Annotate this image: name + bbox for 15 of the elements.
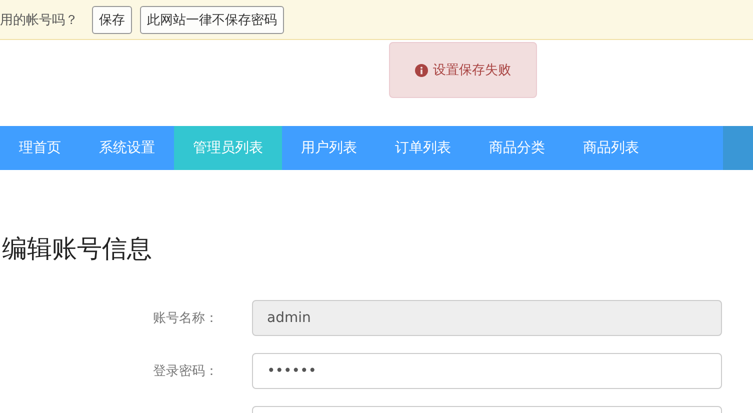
nav-tab[interactable]: 商品列表 bbox=[564, 126, 658, 170]
save-button[interactable]: 保存 bbox=[92, 6, 132, 34]
nav-tab[interactable]: 商品分类 bbox=[470, 126, 564, 170]
field-label: 登录密码： bbox=[153, 363, 218, 380]
save-password-prompt: 用的帐号吗？ bbox=[0, 12, 78, 28]
field-label: 账号名称： bbox=[153, 310, 218, 327]
nav-tab[interactable]: 用户列表 bbox=[282, 126, 376, 170]
nav-tab[interactable]: 管理员列表 bbox=[174, 126, 282, 170]
nav-tab[interactable]: 订单列表 bbox=[376, 126, 470, 170]
page-title: 编辑账号信息 bbox=[2, 234, 153, 264]
nav-tab[interactable]: 系统设置 bbox=[80, 126, 174, 170]
never-save-button[interactable]: 此网站一律不保存密码 bbox=[140, 6, 284, 34]
toast-message: 设置保存失败 bbox=[433, 62, 511, 79]
nav-tab[interactable]: 理首页 bbox=[0, 126, 80, 170]
input-field[interactable]: •••••• bbox=[252, 353, 722, 389]
